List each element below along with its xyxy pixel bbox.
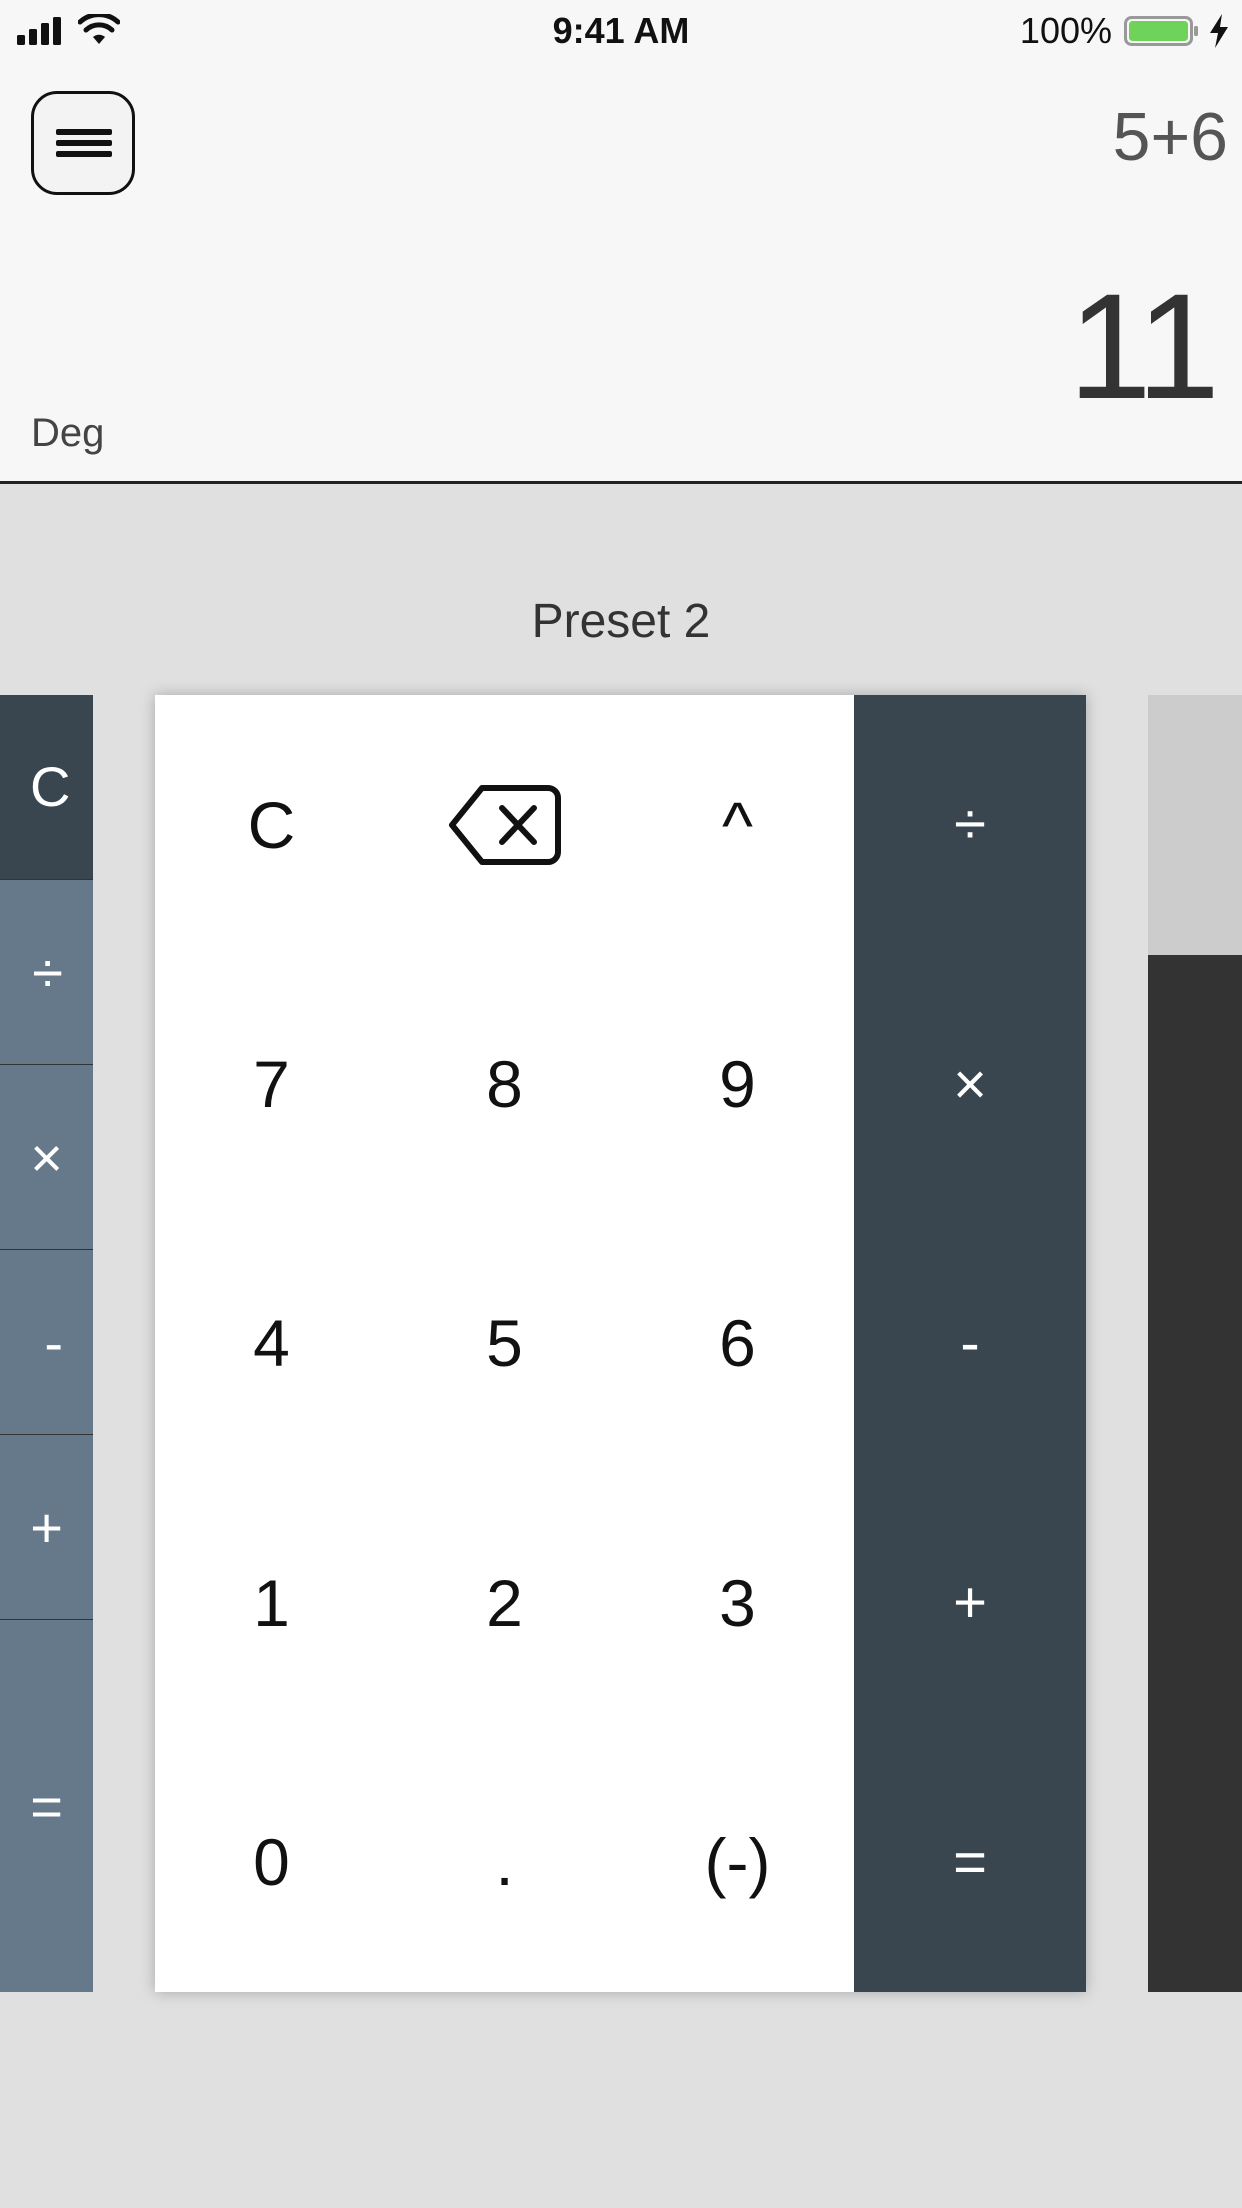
charging-bolt-icon (1210, 14, 1228, 48)
hamburger-line (56, 129, 112, 135)
digit-6-key[interactable]: 6 (621, 1214, 854, 1473)
decimal-point-key[interactable]: . (388, 1733, 621, 1992)
digit-2-key[interactable]: 2 (388, 1473, 621, 1732)
digit-0-key[interactable]: 0 (155, 1733, 388, 1992)
left-preset-preview-card[interactable]: C ÷ × - + = (0, 695, 93, 1992)
battery-percentage: 100% (1019, 10, 1112, 51)
angle-mode-label[interactable]: Deg (31, 411, 104, 456)
preview-key: - (0, 1249, 93, 1434)
preset-keypad-card: C ^ 7 8 9 4 5 6 1 2 3 0 . (-) ÷ × - + = (155, 695, 1086, 1992)
preview-key: C (0, 695, 93, 879)
result-text: 11 (1068, 262, 1220, 430)
digit-5-key[interactable]: 5 (388, 1214, 621, 1473)
digit-3-key[interactable]: 3 (621, 1473, 854, 1732)
clear-key[interactable]: C (155, 695, 388, 954)
multiply-key[interactable]: × (854, 954, 1086, 1213)
backspace-icon (448, 784, 561, 865)
number-pad: C ^ 7 8 9 4 5 6 1 2 3 0 . (-) (155, 695, 854, 1992)
preview-key: ÷ (0, 879, 93, 1064)
hamburger-line (56, 140, 112, 146)
expression-text: 5+6 (1112, 99, 1228, 175)
backspace-key[interactable] (388, 695, 621, 954)
hamburger-line (56, 151, 112, 157)
menu-button[interactable] (31, 91, 135, 195)
negate-key[interactable]: (-) (621, 1733, 854, 1992)
digit-4-key[interactable]: 4 (155, 1214, 388, 1473)
subtract-key[interactable]: - (854, 1214, 1086, 1473)
preview-key: = (0, 1619, 93, 1992)
preview-key: + (0, 1434, 93, 1619)
preview-key (1148, 695, 1242, 955)
equals-key[interactable]: = (854, 1733, 1086, 1992)
digit-9-key[interactable]: 9 (621, 954, 854, 1213)
digit-8-key[interactable]: 8 (388, 954, 621, 1213)
add-key[interactable]: + (854, 1473, 1086, 1732)
digit-7-key[interactable]: 7 (155, 954, 388, 1213)
preview-key: × (0, 1064, 93, 1249)
right-preset-preview-card[interactable] (1148, 695, 1242, 1992)
calculator-display: 5+6 11 Deg (0, 62, 1242, 484)
digit-1-key[interactable]: 1 (155, 1473, 388, 1732)
power-key[interactable]: ^ (621, 695, 854, 954)
operator-column: ÷ × - + = (854, 695, 1086, 1992)
status-bar: 9:41 AM 100% (0, 0, 1242, 62)
preset-title: Preset 2 (531, 595, 711, 648)
battery-icon (1124, 16, 1198, 46)
divide-key[interactable]: ÷ (854, 695, 1086, 954)
